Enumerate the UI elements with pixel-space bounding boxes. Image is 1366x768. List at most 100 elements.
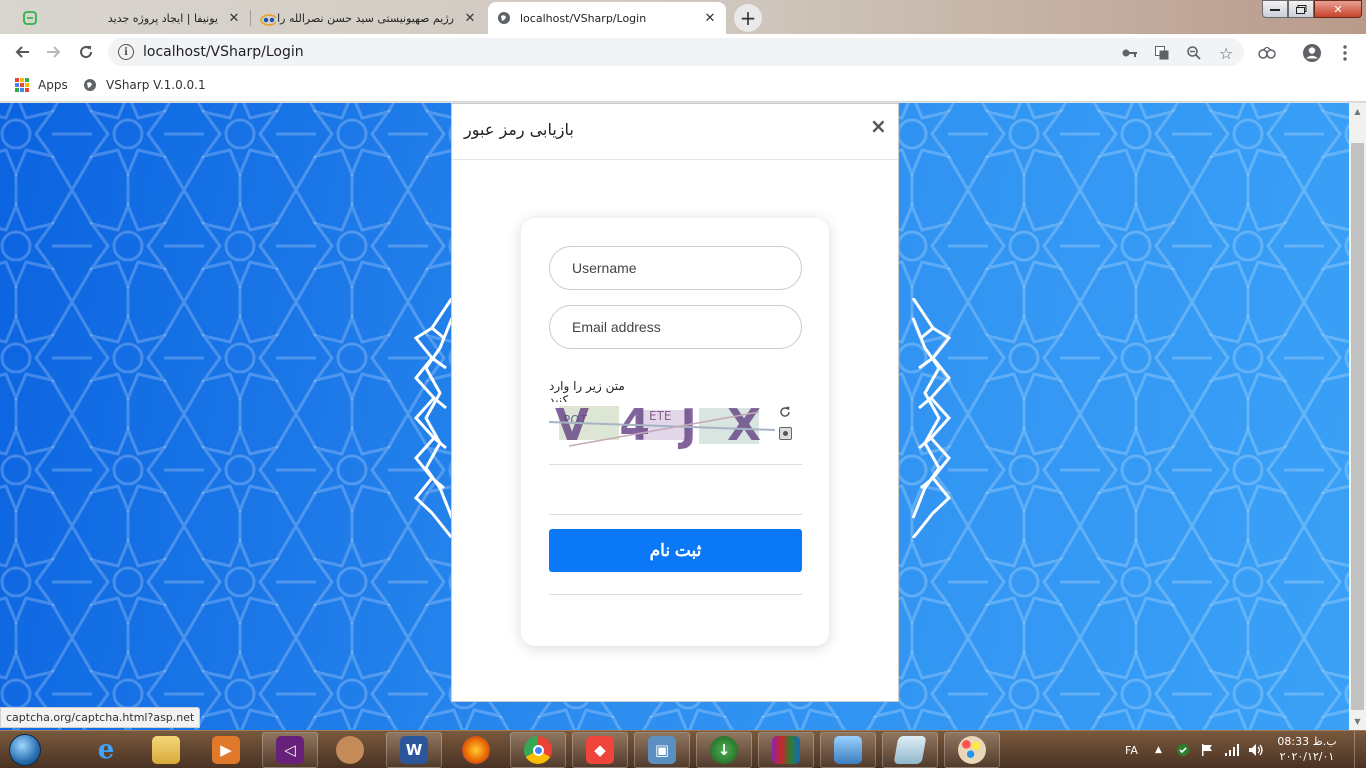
captcha-refresh-icon[interactable] <box>779 406 791 418</box>
forward-button[interactable] <box>42 40 66 64</box>
media-player-icon: ▶ <box>212 736 240 764</box>
word-icon: W <box>400 736 428 764</box>
taskbar-photos[interactable] <box>820 732 876 768</box>
taskbar-explorer[interactable] <box>138 732 194 768</box>
character-app-icon <box>336 736 364 764</box>
show-desktop-button[interactable] <box>1354 731 1366 768</box>
tab-title: localhost/VSharp/Login <box>520 11 647 25</box>
tab-unifa[interactable]: یونیفا | ایجاد پروژه جدید ✕ <box>14 2 250 34</box>
divider <box>549 594 802 595</box>
page-background: بازیابی رمز عبور × متن زیر را وارد کنید … <box>0 103 1349 730</box>
reload-button[interactable] <box>74 40 98 64</box>
taskbar-visual-studio[interactable]: ◁ <box>262 732 318 768</box>
back-button[interactable] <box>10 40 34 64</box>
taskbar-chrome[interactable] <box>510 732 566 768</box>
taskbar-word[interactable]: W <box>386 732 442 768</box>
divider <box>549 514 802 515</box>
bookmark-apps[interactable]: Apps <box>14 77 68 93</box>
globe-icon <box>82 77 98 93</box>
chrome-icon <box>524 736 552 764</box>
close-tab-icon[interactable]: ✕ <box>462 10 478 26</box>
volume-icon[interactable] <box>1248 731 1264 768</box>
firefox-icon <box>462 736 490 764</box>
tab-title: یونیفا | ایجاد پروژه جدید <box>107 11 218 25</box>
tray-show-hidden-icon[interactable]: ▲ <box>1155 731 1162 768</box>
clock[interactable]: ب.ظ 08:33 ۲۰۲۰/۱۲/۰۱ <box>1272 734 1342 764</box>
translate-icon[interactable] <box>1154 45 1170 61</box>
taskbar-firefox[interactable] <box>448 732 504 768</box>
site-info-icon[interactable]: i <box>118 44 134 60</box>
tab-localhost[interactable]: localhost/VSharp/Login ✕ <box>488 2 726 34</box>
bookmark-vsharp[interactable]: VSharp V.1.0.0.1 <box>82 77 206 93</box>
password-recovery-modal: بازیابی رمز عبور × متن زیر را وارد کنید … <box>451 103 899 702</box>
photo-viewer-icon <box>834 736 862 764</box>
username-input[interactable] <box>549 246 802 290</box>
language-label: FA <box>1125 743 1138 757</box>
tab-news[interactable]: رژیم صهیونیستی سید حسن نصرالله را به ت ✕ <box>252 2 486 34</box>
taskbar-winrar[interactable] <box>758 732 814 768</box>
flag-icon[interactable] <box>1200 731 1214 768</box>
browser-toolbar: i localhost/VSharp/Login ☆ <box>0 34 1366 70</box>
visual-studio-icon: ◁ <box>276 736 304 764</box>
captcha-audio-icon[interactable] <box>779 427 792 440</box>
taskbar-app[interactable] <box>322 732 378 768</box>
profile-avatar-icon[interactable] <box>1301 42 1323 64</box>
taskbar-anydesk[interactable]: ◆ <box>572 732 628 768</box>
taskbar-download[interactable]: ↓ <box>696 732 752 768</box>
maximize-button[interactable] <box>1288 0 1314 18</box>
folder-icon <box>152 736 180 764</box>
unifa-favicon-icon <box>22 10 38 26</box>
close-window-button[interactable]: ✕ <box>1314 0 1362 18</box>
bookmarks-bar: Apps VSharp V.1.0.0.1 <box>0 70 1366 102</box>
taskbar-media[interactable]: ▶ <box>198 732 254 768</box>
page-scrollbar[interactable]: ▲ ▼ <box>1349 103 1366 730</box>
bookmark-label: Apps <box>38 78 68 92</box>
extension-icon[interactable] <box>1256 42 1278 64</box>
close-modal-button[interactable]: × <box>870 114 887 138</box>
taskbar-remote[interactable]: ▣ <box>634 732 690 768</box>
scrollbar-thumb[interactable] <box>1351 143 1364 710</box>
network-signal-icon[interactable] <box>1224 731 1240 768</box>
bookmark-star-icon[interactable]: ☆ <box>1218 44 1234 63</box>
news-favicon-icon <box>260 10 276 26</box>
paint-palette-icon <box>958 736 986 764</box>
notes-icon <box>893 736 927 764</box>
anydesk-icon: ◆ <box>586 736 614 764</box>
divider <box>549 464 802 465</box>
globe-icon <box>496 10 512 26</box>
language-indicator[interactable]: FA <box>1125 731 1138 768</box>
bookmark-label: VSharp V.1.0.0.1 <box>106 78 206 92</box>
email-input[interactable] <box>549 305 802 349</box>
windows-logo-icon <box>9 734 41 766</box>
remote-desktop-icon: ▣ <box>648 736 676 764</box>
captcha-image: POT ETE V4JX <box>549 402 775 450</box>
close-tab-icon[interactable]: ✕ <box>702 10 718 26</box>
minimize-button[interactable] <box>1262 0 1288 18</box>
close-tab-icon[interactable]: ✕ <box>226 10 242 26</box>
modal-title: بازیابی رمز عبور <box>464 120 574 139</box>
new-tab-button[interactable]: + <box>734 4 762 32</box>
menu-kebab-icon[interactable] <box>1334 42 1356 64</box>
clock-time: ب.ظ 08:33 <box>1277 735 1337 748</box>
tab-strip: یونیفا | ایجاد پروژه جدید ✕ رژیم صهیونیس… <box>0 0 1366 34</box>
scroll-up-arrow-icon[interactable]: ▲ <box>1349 103 1366 120</box>
taskbar-ie[interactable]: e <box>78 732 134 768</box>
apps-grid-icon <box>14 77 30 93</box>
windows-taskbar: e ▶ ◁ W ◆ ▣ ↓ FA ▲ ب.ظ 08:33 ۲۰۲۰/۱۲/۰۱ <box>0 730 1366 768</box>
address-bar[interactable]: i localhost/VSharp/Login ☆ <box>108 38 1244 66</box>
recovery-form-card: متن زیر را وارد کنید POT ETE V4JX ثبت نا… <box>521 218 829 646</box>
submit-button[interactable]: ثبت نام <box>549 529 802 572</box>
tray-security-icon[interactable] <box>1176 731 1190 768</box>
winrar-icon <box>772 736 800 764</box>
zoom-icon[interactable] <box>1186 45 1202 61</box>
address-url: localhost/VSharp/Login <box>143 44 304 60</box>
taskbar-paint[interactable] <box>944 732 1000 768</box>
start-button[interactable] <box>4 732 46 768</box>
modal-header: بازیابی رمز عبور × <box>452 104 898 160</box>
key-icon[interactable] <box>1122 45 1138 61</box>
tab-title: رژیم صهیونیستی سید حسن نصرالله را به ت <box>276 11 454 25</box>
scroll-down-arrow-icon[interactable]: ▼ <box>1349 713 1366 730</box>
internet-explorer-icon: e <box>97 735 115 765</box>
taskbar-notes[interactable] <box>882 732 938 768</box>
download-manager-icon: ↓ <box>710 736 738 764</box>
